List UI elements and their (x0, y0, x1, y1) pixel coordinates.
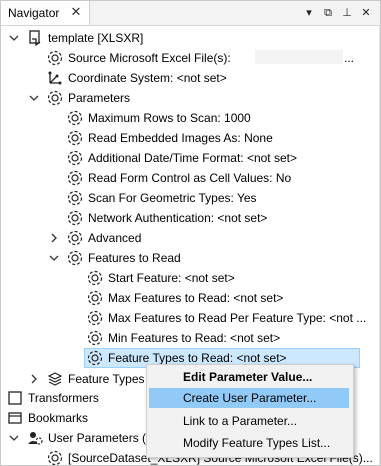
feature-types-node-label: Feature Types ( (68, 372, 152, 386)
transformers-label: Transformers (28, 391, 99, 405)
user-gear-icon (28, 432, 43, 445)
tree-param-max-rows[interactable]: Maximum Rows to Scan: 1000 (1, 108, 380, 128)
gear-icon (67, 250, 83, 266)
coordinate-system-icon (48, 71, 62, 85)
gear-icon (67, 190, 83, 206)
parameters-label: Parameters (68, 91, 131, 105)
scrollbar-track[interactable] (379, 25, 380, 465)
tree-param-coordinate-system[interactable]: Coordinate System: <not set> (1, 68, 380, 88)
advanced-label: Advanced (88, 231, 142, 245)
chevron-down-icon[interactable] (48, 251, 60, 265)
chevron-right-icon[interactable] (28, 372, 40, 386)
date-format-label: Additional Date/Time Format: <not set> (88, 151, 297, 165)
menu-item-label: Modify Feature Types List... (183, 436, 331, 450)
tree-param-min-features[interactable]: Min Features to Read: <not set> (1, 328, 380, 348)
tab-navigator[interactable]: Navigator ✕ (1, 1, 90, 25)
geometric-types-label: Scan For Geometric Types: Yes (88, 191, 257, 205)
gear-icon (47, 50, 63, 66)
gear-icon (87, 290, 103, 306)
pin-icon[interactable]: ⊥ (340, 5, 354, 21)
menu-item-label: Edit Parameter Value... (183, 370, 313, 384)
menu-item-modify-feature-types[interactable]: Modify Feature Types List... (149, 433, 349, 453)
tree-param-date-format[interactable]: Additional Date/Time Format: <not set> (1, 148, 380, 168)
tree-node-parameters[interactable]: Parameters (1, 88, 380, 108)
tree-param-start-feature[interactable]: Start Feature: <not set> (1, 268, 380, 288)
source-ellipsis[interactable]: ... (344, 51, 354, 65)
menu-item-edit-parameter-value[interactable]: Edit Parameter Value... (149, 367, 349, 387)
context-menu: Edit Parameter Value... Create User Para… (146, 364, 354, 458)
max-features-label: Max Features to Read: <not set> (108, 291, 284, 305)
bookmarks-label: Bookmarks (28, 411, 89, 425)
chevron-down-icon[interactable] (28, 91, 40, 105)
menu-item-label: Link to a Parameter... (183, 414, 298, 428)
tree-param-form-control[interactable]: Read Form Control as Cell Values: No (1, 168, 380, 188)
coordinate-system-label: Coordinate System: <not set> (68, 71, 227, 85)
tree-param-read-images[interactable]: Read Embedded Images As: None (1, 128, 380, 148)
tree-param-source[interactable]: Source Microsoft Excel File(s): ... (1, 48, 380, 68)
tree-node-template[interactable]: template [XLSXR] (1, 28, 380, 48)
tree-param-geometric-types[interactable]: Scan For Geometric Types: Yes (1, 188, 380, 208)
dropdown-icon[interactable]: ▾ (302, 5, 316, 21)
gear-icon (67, 130, 83, 146)
tree-node-advanced[interactable]: Advanced (1, 228, 380, 248)
gear-icon (87, 270, 103, 286)
gear-icon (87, 310, 103, 326)
chevron-down-icon[interactable] (8, 431, 20, 445)
form-control-label: Read Form Control as Cell Values: No (88, 171, 292, 185)
read-images-label: Read Embedded Images As: None (88, 131, 273, 145)
tree-param-max-features-per-type[interactable]: Max Features to Read Per Feature Type: <… (1, 308, 380, 328)
close-window-icon[interactable]: ✕ (359, 5, 373, 21)
max-rows-label: Maximum Rows to Scan: 1000 (88, 111, 251, 125)
user-parameters-label: User Parameters (1) (48, 431, 157, 445)
tab-label: Navigator (8, 6, 60, 20)
network-auth-label: Network Authentication: <not set> (88, 211, 268, 225)
menu-item-link-to-parameter[interactable]: Link to a Parameter... (149, 411, 349, 431)
chevron-right-icon[interactable] (48, 231, 60, 245)
gear-icon (87, 350, 103, 366)
template-label: template [XLSXR] (48, 31, 144, 45)
reader-icon (29, 30, 41, 47)
layers-icon (47, 372, 63, 386)
gear-icon (67, 230, 83, 246)
gear-icon (47, 450, 63, 465)
tree-param-network-auth[interactable]: Network Authentication: <not set> (1, 208, 380, 228)
bookmark-icon (8, 412, 22, 424)
gear-icon (67, 110, 83, 126)
gear-icon (67, 150, 83, 166)
min-features-label: Min Features to Read: <not set> (108, 331, 281, 345)
title-bar: Navigator ✕ ▾ ⧉ ⊥ ✕ (1, 1, 380, 26)
menu-item-label: Create User Parameter... (183, 391, 317, 405)
chevron-down-icon[interactable] (8, 31, 20, 45)
feature-types-label: Feature Types to Read: <not set> (108, 351, 287, 365)
transformer-icon (8, 391, 22, 405)
menu-item-create-user-parameter[interactable]: Create User Parameter... (149, 388, 349, 408)
tab-close-icon[interactable]: ✕ (69, 4, 83, 20)
gear-icon (67, 210, 83, 226)
start-feature-label: Start Feature: <not set> (108, 271, 235, 285)
max-features-per-type-label: Max Features to Read Per Feature Type: <… (108, 311, 367, 325)
source-label: Source Microsoft Excel File(s): (68, 51, 231, 65)
gear-icon (67, 170, 83, 186)
tree-param-max-features[interactable]: Max Features to Read: <not set> (1, 288, 380, 308)
source-value-field[interactable] (255, 50, 343, 64)
gear-icon (87, 330, 103, 346)
gear-icon (47, 90, 63, 106)
float-window-icon[interactable]: ⧉ (321, 5, 335, 21)
tree-node-features-to-read[interactable]: Features to Read (1, 248, 380, 268)
features-to-read-label: Features to Read (88, 251, 181, 265)
